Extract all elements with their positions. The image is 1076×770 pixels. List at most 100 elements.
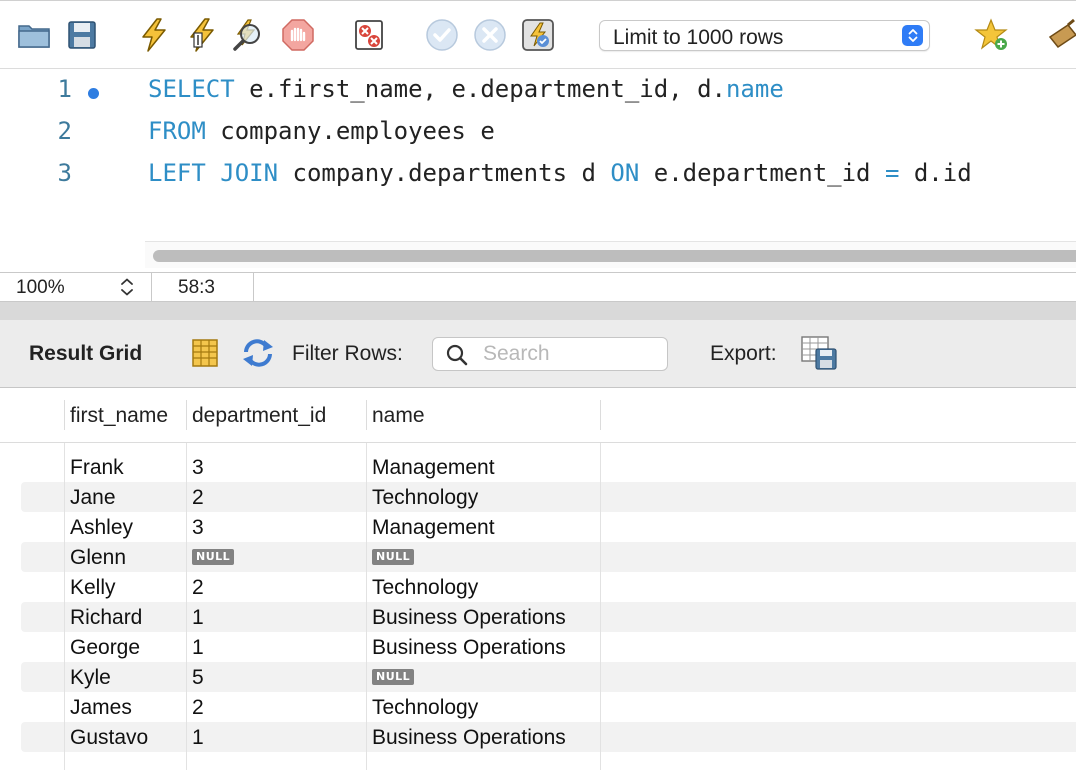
cell-department-id[interactable]: 1: [192, 606, 204, 630]
cell-name[interactable]: Business Operations: [372, 726, 566, 750]
horizontal-scrollbar[interactable]: [145, 241, 1076, 268]
row-stripe: [21, 662, 1076, 692]
sql-keyword: =: [884, 159, 900, 187]
code-line: 2 FROM company.employees e: [0, 113, 1076, 153]
column-header-name[interactable]: name: [372, 404, 425, 428]
save-icon[interactable]: [64, 17, 100, 53]
autocommit-icon[interactable]: [520, 17, 556, 53]
grid-header: first_name department_id name: [0, 388, 1076, 443]
scrollbar-thumb[interactable]: [153, 250, 1076, 262]
cell-first-name[interactable]: Glenn: [70, 546, 126, 570]
export-label: Export:: [710, 342, 777, 365]
filter-rows-label: Filter Rows:: [292, 342, 403, 365]
cell-first-name[interactable]: Kyle: [70, 666, 111, 690]
cell-first-name[interactable]: James: [70, 696, 132, 720]
cell-department-id[interactable]: 3: [192, 516, 204, 540]
table-row[interactable]: Jane 2 Technology: [0, 482, 1076, 512]
line-number: 1: [57, 75, 72, 103]
refresh-icon[interactable]: [240, 338, 276, 373]
cell-department-id[interactable]: 3: [192, 456, 204, 480]
cell-name[interactable]: Management: [372, 456, 495, 480]
cell-first-name[interactable]: George: [70, 636, 140, 660]
commit-icon[interactable]: [424, 17, 460, 53]
column-header-department-id[interactable]: department_id: [192, 404, 326, 428]
status-divider: [253, 273, 254, 301]
cell-name[interactable]: Management: [372, 516, 495, 540]
cell-department-id[interactable]: 1: [192, 726, 204, 750]
cell-department-id[interactable]: 2: [192, 696, 204, 720]
null-badge[interactable]: NULL: [372, 669, 415, 685]
column-separator: [366, 400, 367, 430]
grid-column-line: [366, 443, 367, 770]
zoom-stepper-icon[interactable]: [118, 277, 136, 297]
sql-text: e.department_id: [639, 159, 885, 187]
cell-first-name[interactable]: Kelly: [70, 576, 116, 600]
table-row[interactable]: Kelly 2 Technology: [0, 572, 1076, 602]
cell-name[interactable]: Business Operations: [372, 606, 566, 630]
result-toolbar: Result Grid Filter Rows: Export:: [0, 320, 1076, 388]
table-row[interactable]: Richard 1 Business Operations: [0, 602, 1076, 632]
table-row[interactable]: Kyle 5 NULL: [0, 662, 1076, 692]
form-view-icon[interactable]: [190, 338, 220, 373]
cell-department-id[interactable]: 1: [192, 636, 204, 660]
cell-name[interactable]: Business Operations: [372, 636, 566, 660]
result-grid[interactable]: first_name department_id name Frank 3 Mana…: [0, 388, 1076, 770]
row-stripe: [21, 542, 1076, 572]
table-row[interactable]: Frank 3 Management: [0, 452, 1076, 482]
status-divider: [151, 273, 152, 301]
column-header-first-name[interactable]: first_name: [70, 404, 168, 428]
table-row[interactable]: Gustavo 1 Business Operations: [0, 722, 1076, 752]
null-badge[interactable]: NULL: [372, 549, 415, 565]
open-folder-icon[interactable]: [16, 17, 52, 53]
pane-splitter[interactable]: [0, 302, 1076, 320]
select-stepper-icon: [902, 25, 923, 46]
cell-first-name[interactable]: Richard: [70, 606, 142, 630]
sql-keyword: FROM: [148, 117, 206, 145]
cell-first-name[interactable]: Gustavo: [70, 726, 148, 750]
export-icon[interactable]: [800, 335, 840, 376]
null-badge[interactable]: NULL: [192, 549, 235, 565]
cell-department-id[interactable]: 2: [192, 576, 204, 600]
table-row[interactable]: Ashley 3 Management: [0, 512, 1076, 542]
code-text: FROM company.employees e: [148, 117, 495, 145]
editor-toolbar: Limit to 1000 rows: [0, 0, 1076, 69]
cell-name[interactable]: Technology: [372, 696, 478, 720]
filter-search-box[interactable]: [432, 337, 668, 371]
limit-rows-value: Limit to 1000 rows: [613, 26, 784, 49]
sql-text: company.departments d: [278, 159, 611, 187]
stop-icon[interactable]: [280, 17, 316, 53]
execute-current-icon[interactable]: [184, 17, 220, 53]
sql-keyword: SELECT: [148, 75, 235, 103]
add-snippet-icon[interactable]: [974, 17, 1010, 53]
cell-first-name[interactable]: Jane: [70, 486, 116, 510]
execute-icon[interactable]: [136, 17, 172, 53]
table-row[interactable]: James 2 Technology: [0, 692, 1076, 722]
search-input[interactable]: [483, 342, 658, 366]
sql-text: d.id: [899, 159, 972, 187]
cell-department-id[interactable]: 5: [192, 666, 204, 690]
editor-status-bar: 100% 58:3: [0, 272, 1076, 302]
beautify-icon[interactable]: [1044, 17, 1076, 53]
column-separator: [186, 400, 187, 430]
cell-first-name[interactable]: Ashley: [70, 516, 133, 540]
cell-first-name[interactable]: Frank: [70, 456, 124, 480]
explain-icon[interactable]: [230, 17, 266, 53]
sql-editor[interactable]: 1 SELECT e.first_name, e.department_id, …: [0, 69, 1076, 272]
cell-name[interactable]: Technology: [372, 576, 478, 600]
code-line: 1 SELECT e.first_name, e.department_id, …: [0, 71, 1076, 111]
cell-department-id[interactable]: 2: [192, 486, 204, 510]
code-line: 3 LEFT JOIN company.departments d ON e.d…: [0, 155, 1076, 195]
cell-name[interactable]: Technology: [372, 486, 478, 510]
toggle-error-icon[interactable]: [352, 17, 388, 53]
limit-rows-select[interactable]: Limit to 1000 rows: [599, 20, 930, 51]
rollback-icon[interactable]: [472, 17, 508, 53]
table-row[interactable]: George 1 Business Operations: [0, 632, 1076, 662]
table-row[interactable]: Glenn NULL NULL: [0, 542, 1076, 572]
code-text: SELECT e.first_name, e.department_id, d.…: [148, 75, 784, 103]
grid-column-line: [186, 443, 187, 770]
sql-text: e.first_name, e.department_id, d.: [234, 75, 726, 103]
line-number: 2: [57, 117, 72, 145]
sql-text: company.employees e: [205, 117, 495, 145]
row-stripe: [21, 482, 1076, 512]
sql-keyword: ON: [610, 159, 640, 187]
